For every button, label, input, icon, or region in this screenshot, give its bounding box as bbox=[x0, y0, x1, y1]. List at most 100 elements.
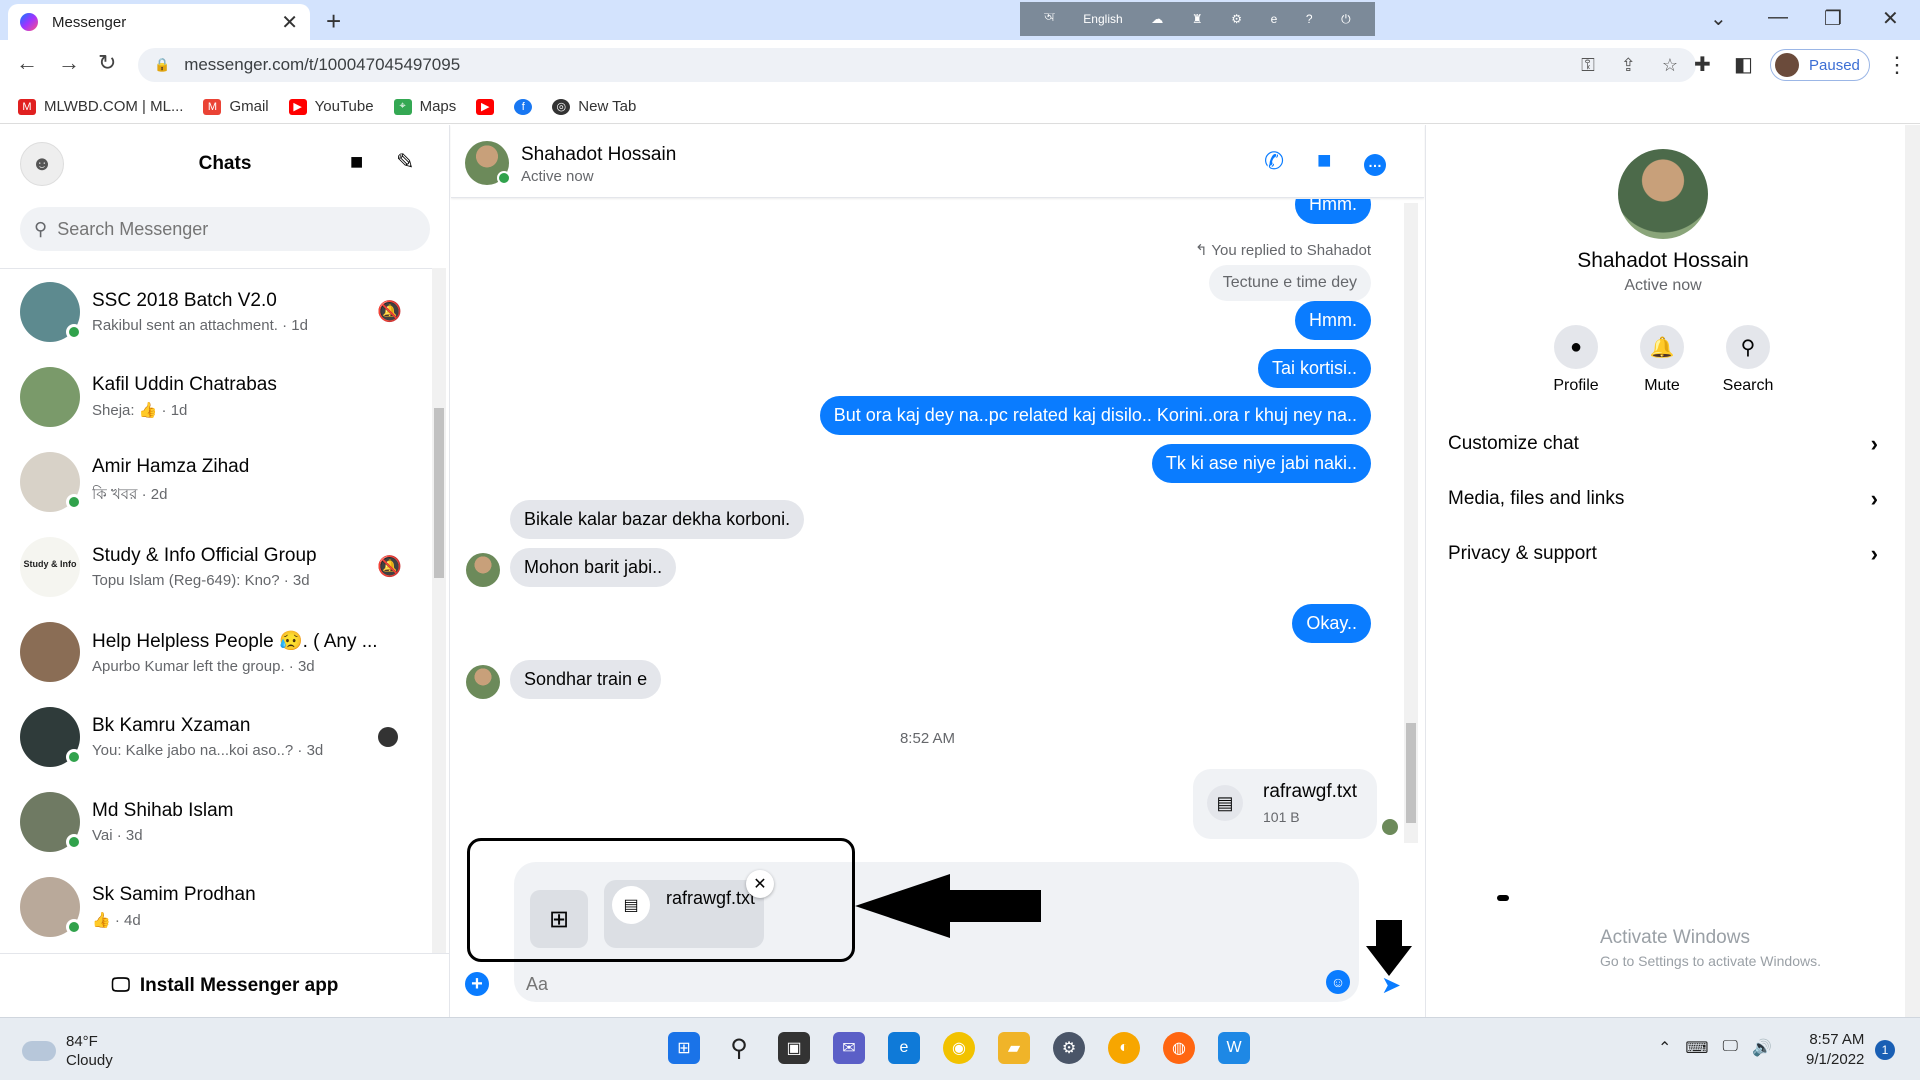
edge-icon[interactable]: e bbox=[888, 1032, 920, 1064]
search-icon[interactable]: ⚲ bbox=[723, 1032, 755, 1064]
tool-icon[interactable]: e bbox=[1271, 12, 1278, 26]
bookmark-new-tab[interactable]: ◎ New Tab bbox=[552, 98, 636, 115]
more-info-icon[interactable]: … bbox=[1364, 154, 1386, 176]
minimize-button[interactable]: — bbox=[1768, 6, 1788, 29]
extensions-icon[interactable]: ✚ bbox=[1694, 52, 1711, 77]
scrollbar-thumb[interactable] bbox=[1406, 723, 1416, 823]
message-bubble-out[interactable]: Hmm. bbox=[1295, 199, 1371, 224]
profile-button[interactable]: Paused bbox=[1770, 49, 1870, 81]
bookmark-youtube-2[interactable]: ▶ bbox=[476, 98, 495, 115]
install-app-button[interactable]: 🖵 Install Messenger app bbox=[0, 953, 450, 1017]
back-button[interactable]: ← bbox=[16, 50, 38, 76]
video-call-new-icon[interactable]: ■ bbox=[350, 149, 363, 175]
message-bubble-out[interactable]: Tai kortisi.. bbox=[1257, 349, 1371, 388]
profile-action[interactable]: ● Profile bbox=[1536, 325, 1616, 395]
time: 8:57 AM bbox=[1809, 1031, 1865, 1048]
bookmark-youtube[interactable]: ▶ YouTube bbox=[288, 98, 374, 115]
message-bubble-in[interactable]: Mohon barit jabi.. bbox=[510, 548, 677, 587]
search-bar[interactable]: ⚲ bbox=[20, 207, 430, 251]
file-explorer-icon[interactable]: ▰ bbox=[998, 1032, 1030, 1064]
file-message[interactable]: ▤ rafrawgf.txt 101 B bbox=[1193, 769, 1377, 839]
help-icon[interactable]: ? bbox=[1306, 12, 1313, 26]
chat-list-item[interactable]: Sk Samim Prodhan 👍 · 4d bbox=[0, 864, 440, 949]
quoted-message[interactable]: Tectune e time dey bbox=[1208, 265, 1371, 301]
chat-list-item[interactable]: Bk Kamru Xzaman You: Kalke jabo na...koi … bbox=[0, 694, 440, 779]
share-icon[interactable]: ⇪ bbox=[1621, 55, 1636, 76]
close-window-button[interactable]: ✕ bbox=[1882, 6, 1899, 31]
keyboard-icon[interactable]: অ bbox=[1044, 9, 1054, 29]
bookmark-maps[interactable]: ⌖ Maps bbox=[393, 98, 456, 115]
message-bubble-in[interactable]: Bikale kalar bazar dekha korboni. bbox=[510, 500, 805, 539]
contact-avatar[interactable] bbox=[465, 141, 511, 185]
more-actions-plus-icon[interactable]: + bbox=[465, 972, 489, 996]
conversation-scrollbar[interactable] bbox=[1404, 203, 1418, 843]
search-action[interactable]: ⚲ Search bbox=[1708, 325, 1788, 395]
tool-icon[interactable]: ♜ bbox=[1192, 12, 1203, 26]
phone-call-icon[interactable]: ✆ bbox=[1264, 147, 1284, 176]
settings-icon[interactable]: ⚙ bbox=[1231, 12, 1242, 26]
contact-name[interactable]: Shahadot Hossain bbox=[521, 144, 676, 166]
contact-profile-photo[interactable] bbox=[1618, 149, 1708, 239]
url-text[interactable]: messenger.com/t/100047045497095 bbox=[184, 55, 460, 75]
browser-tab[interactable]: Messenger ✕ bbox=[8, 4, 310, 40]
key-icon[interactable]: ⚿ bbox=[1581, 55, 1595, 76]
bookmark-gmail[interactable]: M Gmail bbox=[203, 98, 269, 115]
chat-icon[interactable]: ✉ bbox=[833, 1032, 865, 1064]
restore-button[interactable]: ❐ bbox=[1824, 6, 1842, 31]
settings-icon[interactable]: ⚙ bbox=[1053, 1032, 1085, 1064]
chevron-up-icon[interactable]: ⌃ bbox=[1658, 1038, 1671, 1058]
bookmark-facebook[interactable]: f bbox=[514, 98, 533, 115]
chat-list-item[interactable]: Md Shihab Islam Vai · 3d bbox=[0, 779, 440, 864]
customize-chat-row[interactable]: Customize chat › bbox=[1448, 424, 1878, 464]
forward-button[interactable]: → bbox=[58, 50, 80, 76]
sender-avatar[interactable] bbox=[466, 553, 500, 587]
sender-avatar[interactable] bbox=[466, 665, 500, 699]
notification-badge[interactable]: 1 bbox=[1875, 1040, 1895, 1060]
mute-action[interactable]: 🔔 Mute bbox=[1622, 325, 1702, 395]
compose-icon[interactable]: ✎ bbox=[396, 149, 414, 175]
message-bubble-out[interactable]: But ora kaj dey na..pc related kaj disil… bbox=[819, 396, 1371, 435]
tab-close-icon[interactable]: ✕ bbox=[281, 10, 298, 35]
w-app-icon[interactable]: W bbox=[1218, 1032, 1250, 1064]
lock-icon[interactable]: 🔒 bbox=[154, 57, 170, 73]
bookmark-mlwbd[interactable]: M MLWBD.COM | ML... bbox=[18, 98, 183, 115]
tab-search-chevron-icon[interactable]: ⌄ bbox=[1710, 6, 1727, 31]
tool-icon[interactable]: ☁ bbox=[1151, 12, 1163, 26]
message-bubble-out[interactable]: Tk ki ase niye jabi naki.. bbox=[1151, 444, 1371, 483]
firefox-icon[interactable]: ◍ bbox=[1163, 1032, 1195, 1064]
scrollbar-thumb[interactable] bbox=[434, 408, 444, 578]
chat-list-item[interactable]: SSC 2018 Batch V2.0 Rakibul sent an attac… bbox=[0, 269, 440, 354]
network-icon[interactable]: 🖵 bbox=[1723, 1038, 1738, 1058]
windows-start-icon[interactable]: ⊞ bbox=[668, 1032, 700, 1064]
clock[interactable]: 8:57 AM 9/1/2022 bbox=[1806, 1030, 1864, 1070]
media-files-links-row[interactable]: Media, files and links › bbox=[1448, 479, 1878, 519]
chat-list-item[interactable]: Help Helpless People 😥. ( Any ... Apurbo … bbox=[0, 609, 440, 694]
chat-list-item[interactable]: Amir Hamza Zihad কি খবর · 2d bbox=[0, 439, 440, 524]
sidepanel-icon[interactable]: ◧ bbox=[1734, 52, 1753, 77]
task-view-icon[interactable]: ▣ bbox=[778, 1032, 810, 1064]
search-input[interactable] bbox=[57, 218, 408, 240]
star-icon[interactable]: ☆ bbox=[1662, 55, 1678, 76]
emoji-icon[interactable]: ☺ bbox=[1326, 970, 1350, 994]
sidebar-scrollbar[interactable] bbox=[432, 268, 446, 953]
address-bar[interactable]: 🔒 messenger.com/t/100047045497095 ⚿ ⇪ ☆ bbox=[138, 48, 1696, 82]
message-bubble-out[interactable]: Hmm. bbox=[1295, 301, 1371, 340]
video-call-icon[interactable]: ■ bbox=[1317, 147, 1332, 175]
weather-widget[interactable]: 84°F Cloudy bbox=[22, 1032, 113, 1070]
chat-list-item[interactable]: Study & Info Study & Info Official Group T… bbox=[0, 524, 440, 609]
volume-icon[interactable]: 🔊 bbox=[1752, 1038, 1772, 1058]
language-label[interactable]: English bbox=[1083, 12, 1122, 26]
message-bubble-in[interactable]: Sondhar train e bbox=[510, 660, 662, 699]
chrome-icon[interactable]: ◉ bbox=[943, 1032, 975, 1064]
page-scrollbar[interactable] bbox=[1905, 125, 1920, 1017]
message-input[interactable] bbox=[526, 974, 1286, 995]
power-icon[interactable]: ⏻ bbox=[1341, 12, 1351, 27]
privacy-support-row[interactable]: Privacy & support › bbox=[1448, 534, 1878, 574]
reload-button[interactable]: ↻ bbox=[98, 50, 116, 76]
keyboard-icon[interactable]: ⌨ bbox=[1685, 1038, 1708, 1058]
new-tab-button[interactable]: + bbox=[326, 6, 341, 37]
browser-menu-icon[interactable]: ⋮ bbox=[1886, 52, 1908, 78]
app-icon[interactable]: ◐ bbox=[1108, 1032, 1140, 1064]
message-bubble-out[interactable]: Okay.. bbox=[1292, 604, 1371, 643]
chat-list-item[interactable]: Kafil Uddin Chatrabas Sheja: 👍 · 1d bbox=[0, 354, 440, 439]
